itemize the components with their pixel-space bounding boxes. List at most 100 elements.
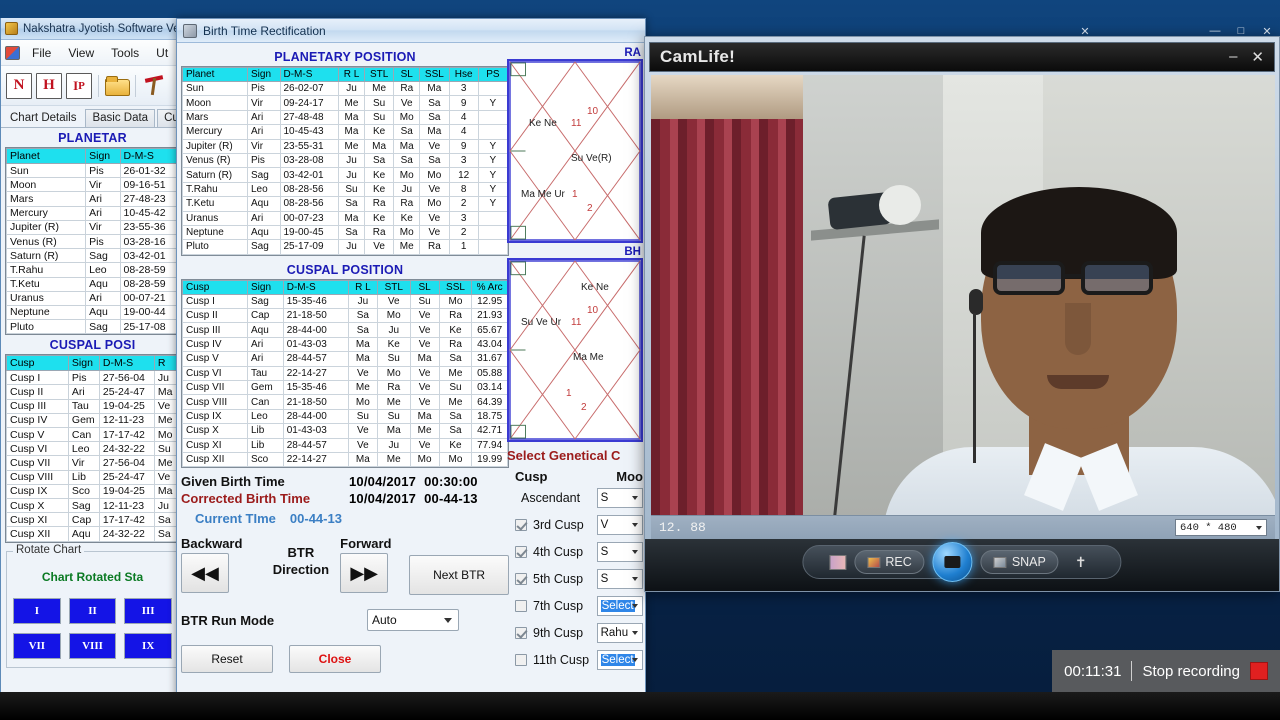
table-row[interactable]: Neptune Aqu 19-00-45 Sa Ra Mo Ve 2 — [182, 224, 509, 241]
resolution-select[interactable]: 640 * 480 — [1175, 519, 1267, 536]
table-row[interactable]: Cusp IV Gem 12-11-23 Me — [6, 412, 180, 429]
menu-item-tools[interactable]: Tools — [104, 44, 146, 62]
genetical-checkbox[interactable] — [515, 599, 527, 612]
table-row[interactable]: Cusp XII Aqu 24-32-22 Sa — [6, 526, 180, 542]
table-row[interactable]: Venus (R) Pis 03-28-16 — [5, 233, 179, 250]
table-row[interactable]: Mars Ari 27-48-23 — [5, 191, 179, 207]
genetical-select[interactable]: S — [596, 487, 643, 508]
table-row[interactable]: T.Rahu Leo 08-28-59 — [5, 262, 179, 278]
tab-chart-details[interactable]: Chart Details — [3, 109, 84, 127]
table-row[interactable]: Cusp I Sag 15-35-46 Ju Ve Su Mo 12.95 — [182, 293, 508, 310]
genetical-checkbox[interactable] — [515, 572, 527, 585]
genetical-select[interactable]: Select — [596, 649, 643, 670]
table-row[interactable]: T.Ketu Aqu 08-28-56 Sa Ra Ra Mo 2 Y — [182, 196, 509, 212]
table-row[interactable]: Cusp IX Leo 28-44-00 Su Su Ma Sa 18.75 — [182, 408, 508, 425]
table-row[interactable]: Cusp X Lib 01-43-03 Ve Ma Me Sa 42.71 — [182, 423, 508, 439]
table-row[interactable]: Sun Pis 26-01-32 — [5, 162, 179, 179]
rotate-chart-button[interactable]: I — [13, 597, 61, 624]
person-icon[interactable]: ✝ — [1067, 554, 1095, 571]
rec-button[interactable]: REC — [854, 550, 925, 574]
table-row[interactable]: Moon Vir 09-24-17 Me Su Ve Sa 9 Y — [182, 95, 509, 111]
rotate-chart-button[interactable]: VIII — [68, 632, 117, 659]
camera-icon[interactable] — [932, 542, 973, 582]
reset-button[interactable]: Reset — [181, 645, 273, 674]
table-row[interactable]: Mercury Ari 10-45-42 — [5, 205, 179, 221]
table-row[interactable]: Neptune Aqu 19-00-44 — [5, 304, 179, 321]
table-row[interactable]: Cusp V Can 17-17-42 Mo — [6, 426, 180, 443]
menu-item-file[interactable]: File — [25, 44, 58, 62]
tab-basic-data[interactable]: Basic Data — [85, 109, 156, 127]
main-window-titlebar[interactable]: Nakshatra Jyotish Software Ve — [1, 18, 184, 40]
table-row[interactable]: Cusp X Sag 12-11-23 Ju — [6, 497, 180, 514]
table-row[interactable]: Mars Ari 27-48-48 Ma Su Mo Sa 4 — [182, 109, 509, 126]
table-row[interactable]: Cusp III Tau 19-04-25 Ve — [6, 398, 180, 414]
genetical-select[interactable]: Rahu — [596, 622, 643, 643]
genetical-checkbox[interactable] — [515, 545, 527, 558]
table-row[interactable]: Cusp IX Sco 19-04-25 Ma — [6, 483, 180, 499]
rotate-chart-button[interactable]: II — [68, 597, 117, 624]
rotate-chart-button[interactable]: IX — [124, 632, 172, 659]
table-row[interactable]: Saturn (R) Sag 03-42-01 Ju Ke Mo Mo 12 Y — [182, 167, 509, 183]
camlife-video-view[interactable] — [651, 75, 1275, 541]
next-btr-button[interactable]: Next BTR — [409, 555, 509, 596]
table-row[interactable]: Uranus Ari 00-07-23 Ma Ke Ke Ve 3 — [182, 210, 509, 226]
bhava-chart[interactable]: Ke Ne Su Ve Ur 11 10 Ma Me 1 2 — [507, 258, 643, 442]
camlife-titlebar[interactable]: CamLife! – ✕ — [649, 42, 1275, 72]
table-row[interactable]: Cusp III Aqu 28-44-00 Sa Ju Ve Ke 65.67 — [182, 322, 508, 338]
n-icon[interactable]: N — [6, 72, 32, 99]
btr-titlebar[interactable]: Birth Time Rectification — [177, 19, 645, 43]
lp-icon[interactable]: IP — [66, 72, 92, 99]
table-row[interactable]: T.Rahu Leo 08-28-56 Su Ke Ju Ve 8 Y — [182, 181, 509, 198]
genetical-checkbox[interactable] — [515, 626, 527, 639]
table-row[interactable]: Saturn (R) Sag 03-42-01 — [5, 248, 179, 264]
open-folder-icon[interactable] — [105, 76, 130, 96]
table-row[interactable]: Cusp XI Cap 17-17-42 Sa — [6, 512, 180, 528]
btr-run-mode-select[interactable]: Auto — [367, 609, 459, 632]
menu-item-utilities[interactable]: Ut — [149, 44, 175, 62]
film-strip-icon[interactable] — [829, 554, 847, 570]
table-row[interactable]: Mercury Ari 10-45-43 Ma Ke Sa Ma 4 — [182, 124, 509, 140]
table-row[interactable]: Sun Pis 26-02-07 Ju Me Ra Ma 3 — [182, 80, 509, 97]
camlife-close-icon[interactable]: ✕ — [1251, 48, 1264, 66]
table-row[interactable]: Cusp II Ari 25-24-47 Ma — [6, 384, 180, 400]
table-row[interactable]: Cusp VIII Lib 25-24-47 Ve — [6, 469, 180, 485]
table-row[interactable]: Moon Vir 09-16-51 — [5, 177, 179, 193]
table-row[interactable]: Jupiter (R) Vir 23-55-31 Me Ma Ma Ve 9 Y — [182, 138, 509, 154]
table-row[interactable]: Cusp IV Ari 01-43-03 Ma Ke Ve Ra 43.04 — [182, 336, 508, 353]
table-row[interactable]: T.Ketu Aqu 08-28-59 — [5, 276, 179, 292]
rotate-chart-button[interactable]: VII — [13, 632, 61, 659]
table-row[interactable]: Cusp VII Vir 27-56-04 Me — [6, 455, 180, 471]
table-row[interactable]: Cusp V Ari 28-44-57 Ma Su Ma Sa 31.67 — [182, 351, 508, 367]
stop-square-icon[interactable] — [1250, 662, 1268, 680]
table-row[interactable]: Venus (R) Pis 03-28-08 Ju Sa Sa Sa 3 Y — [182, 152, 509, 169]
stop-recording-label[interactable]: Stop recording — [1142, 663, 1240, 680]
rasi-chart[interactable]: Ke Ne 11 10 Su Ve(R) Ma Me Ur 1 2 — [507, 59, 643, 243]
table-row[interactable]: Cusp VIII Can 21-18-50 Mo Me Ve Me 64.39 — [182, 394, 508, 410]
genetical-checkbox[interactable] — [515, 518, 527, 531]
menu-item-view[interactable]: View — [61, 44, 101, 62]
table-row[interactable]: Pluto Sag 25-17-09 Ju Ve Me Ra 1 — [182, 239, 509, 255]
table-row[interactable]: Cusp II Cap 21-18-50 Sa Mo Ve Ra 21.93 — [182, 308, 508, 324]
genetical-checkbox[interactable] — [515, 653, 527, 666]
table-row[interactable]: Pluto Sag 25-17-08 — [5, 319, 179, 335]
snap-button[interactable]: SNAP — [980, 550, 1059, 574]
close-button[interactable]: Close — [289, 645, 381, 674]
rotate-chart-button[interactable]: III — [124, 597, 172, 624]
table-row[interactable]: Uranus Ari 00-07-21 — [5, 290, 179, 306]
app-menu-icon[interactable] — [5, 45, 20, 60]
table-row[interactable]: Cusp VI Tau 22-14-27 Ve Mo Ve Me 05.88 — [182, 365, 508, 382]
pin-icon[interactable] — [142, 75, 166, 97]
backward-button[interactable]: ◀◀ — [181, 553, 229, 594]
table-row[interactable]: Cusp XII Sco 22-14-27 Ma Me Mo Mo 19.99 — [182, 451, 508, 468]
table-row[interactable]: Cusp XI Lib 28-44-57 Ve Ju Ve Ke 77.94 — [182, 437, 508, 453]
genetical-select[interactable]: S — [596, 541, 643, 562]
camlife-minimize-icon[interactable]: – — [1229, 48, 1237, 66]
table-row[interactable]: Cusp VII Gem 15-35-46 Me Ra Ve Su 03.14 — [182, 380, 508, 396]
h-icon[interactable]: H — [36, 72, 62, 99]
genetical-select[interactable]: V — [596, 514, 643, 535]
genetical-select[interactable]: S — [596, 568, 643, 589]
table-row[interactable]: Cusp I Pis 27-56-04 Ju — [6, 370, 180, 386]
table-row[interactable]: Cusp VI Leo 24-32-22 Su — [6, 441, 180, 457]
forward-button[interactable]: ▶▶ — [340, 553, 389, 594]
table-row[interactable]: Jupiter (R) Vir 23-55-36 — [5, 219, 179, 235]
